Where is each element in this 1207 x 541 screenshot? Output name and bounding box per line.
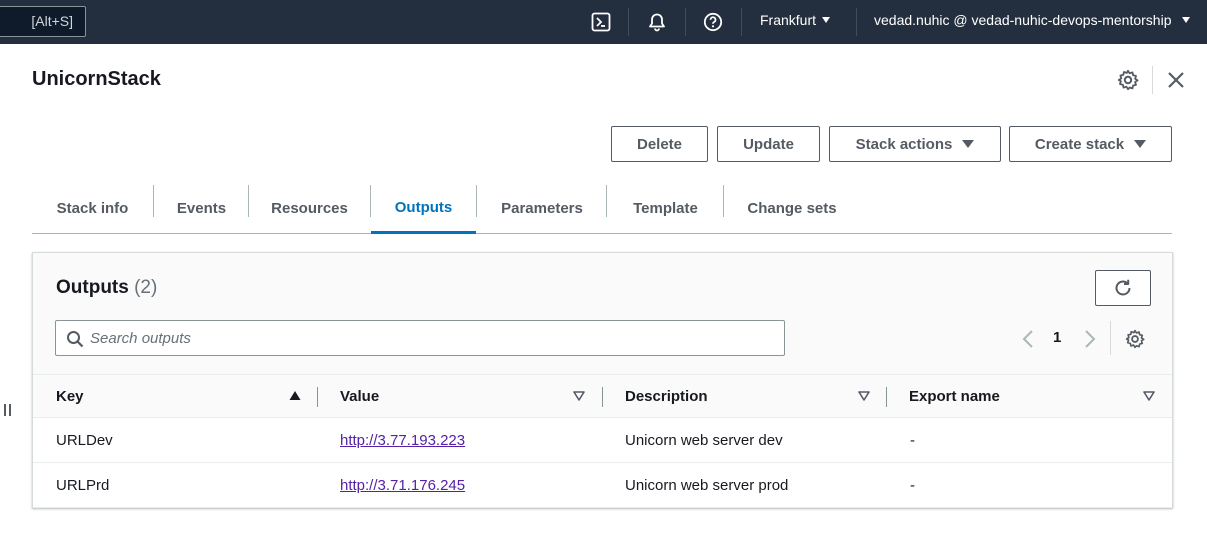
outputs-heading: Outputs (2) <box>56 277 157 299</box>
search-icon <box>67 331 84 348</box>
search-outputs-input[interactable] <box>90 321 780 355</box>
table-header: Key Value Description Export name <box>33 374 1172 418</box>
pager-divider <box>1110 321 1111 355</box>
cell-export-name: - <box>910 476 915 494</box>
tab-events[interactable]: Events <box>154 183 249 233</box>
stack-actions-label: Stack actions <box>855 135 953 153</box>
refresh-icon <box>1115 279 1131 296</box>
sort-icon[interactable] <box>573 390 585 402</box>
table-preferences-button[interactable] <box>1123 327 1147 351</box>
page-title: UnicornStack <box>32 68 161 90</box>
nav-divider <box>628 8 629 36</box>
account-label: vedad.nuhic @ vedad-nuhic-devops-mentors… <box>874 12 1172 28</box>
outputs-title: Outputs <box>56 277 129 298</box>
caret-down-icon <box>1134 140 1147 148</box>
outputs-count: (2) <box>134 277 158 298</box>
nav-divider <box>741 8 742 36</box>
create-stack-label: Create stack <box>1034 135 1125 153</box>
column-value-header[interactable]: Value <box>340 375 379 417</box>
sort-ascending-icon[interactable] <box>289 390 301 402</box>
output-url-link[interactable]: http://3.71.176.245 <box>340 477 465 494</box>
tab-bar: Stack info Events Resources Outputs Para… <box>32 183 1172 234</box>
sort-icon[interactable] <box>1143 390 1155 402</box>
prev-page-button[interactable] <box>1020 329 1036 349</box>
cell-key: URLDev <box>56 431 113 449</box>
delete-button[interactable]: Delete <box>611 126 708 162</box>
bell-icon[interactable] <box>645 10 669 34</box>
gear-icon[interactable] <box>1116 68 1140 92</box>
top-nav: [Alt+S] Frankfurt vedad.nuhic @ vedad-nu… <box>0 0 1207 44</box>
tab-outputs[interactable]: Outputs <box>371 183 476 234</box>
chevron-right-icon <box>1085 330 1096 348</box>
search-shortcut-hint[interactable]: [Alt+S] <box>0 6 86 37</box>
column-divider[interactable] <box>602 387 603 407</box>
update-button[interactable]: Update <box>717 126 820 162</box>
outputs-panel: Outputs (2) 1 Key Value Description Expo… <box>32 252 1173 508</box>
column-description-header[interactable]: Description <box>625 375 708 417</box>
output-url-link[interactable]: http://3.77.193.223 <box>340 432 465 449</box>
tab-resources[interactable]: Resources <box>249 183 370 233</box>
sort-icon[interactable] <box>858 390 870 402</box>
create-stack-button[interactable]: Create stack <box>1009 126 1172 162</box>
column-export-name-header[interactable]: Export name <box>909 375 1000 417</box>
nav-divider <box>856 8 857 36</box>
cell-description: Unicorn web server prod <box>625 476 789 494</box>
tab-parameters[interactable]: Parameters <box>477 183 607 233</box>
cloudshell-icon[interactable] <box>589 10 613 34</box>
table-row: URLPrd http://3.71.176.245 Unicorn web s… <box>33 463 1172 508</box>
caret-down-icon <box>962 140 975 148</box>
cell-key: URLPrd <box>56 476 110 494</box>
cell-description: Unicorn web server dev <box>625 431 783 449</box>
stack-actions-button[interactable]: Stack actions <box>829 126 1001 162</box>
refresh-button[interactable] <box>1095 270 1151 306</box>
gear-icon <box>1125 329 1145 349</box>
caret-down-icon <box>1181 17 1190 23</box>
nav-divider <box>685 8 686 36</box>
search-outputs-field[interactable] <box>55 320 785 356</box>
region-label: Frankfurt <box>760 12 817 28</box>
next-page-button[interactable] <box>1082 329 1098 349</box>
cell-value: http://3.77.193.223 <box>340 418 465 462</box>
tab-template[interactable]: Template <box>607 183 724 233</box>
column-divider[interactable] <box>317 387 318 407</box>
page-number[interactable]: 1 <box>1053 329 1061 346</box>
cell-value: http://3.71.176.245 <box>340 463 465 507</box>
column-key-header[interactable]: Key <box>56 375 84 417</box>
help-icon[interactable] <box>701 10 725 34</box>
account-menu[interactable]: vedad.nuhic @ vedad-nuhic-devops-mentors… <box>874 12 1190 28</box>
cell-export-name: - <box>910 431 915 449</box>
column-divider[interactable] <box>886 387 887 407</box>
header-divider <box>1152 66 1153 94</box>
panel-resize-handle[interactable] <box>4 404 14 418</box>
caret-down-icon <box>822 17 831 23</box>
region-selector[interactable]: Frankfurt <box>760 12 831 28</box>
tab-stack-info[interactable]: Stack info <box>32 183 153 233</box>
table-row: URLDev http://3.77.193.223 Unicorn web s… <box>33 418 1172 463</box>
chevron-left-icon <box>1022 330 1033 348</box>
tab-change-sets[interactable]: Change sets <box>724 183 860 233</box>
close-icon[interactable] <box>1164 68 1188 92</box>
